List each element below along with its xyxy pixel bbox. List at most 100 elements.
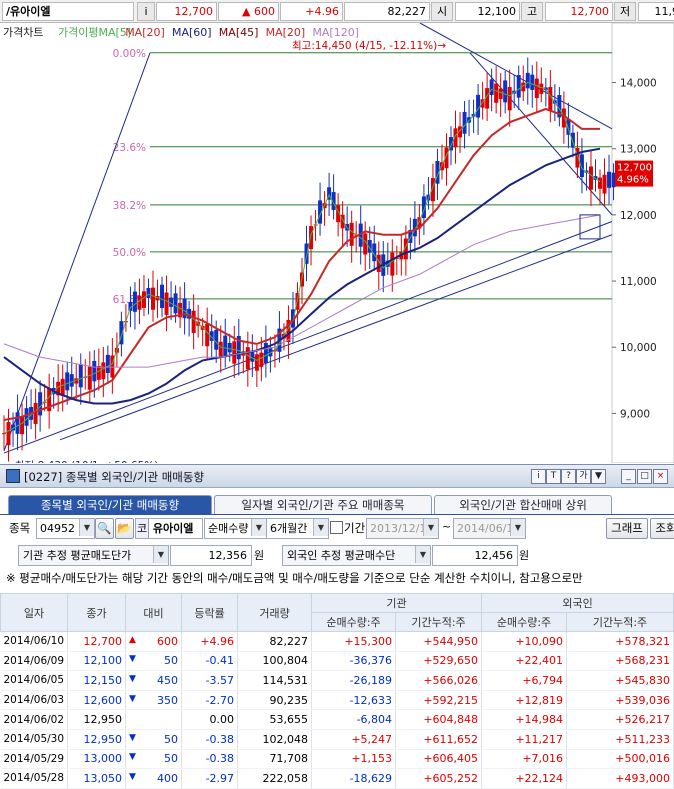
row-diff: ▼ 400 bbox=[125, 768, 183, 789]
candle-body bbox=[489, 79, 494, 96]
col-date[interactable]: 일자 bbox=[0, 593, 69, 632]
candle-body bbox=[137, 295, 142, 310]
period-select-value: 6개월간 bbox=[270, 522, 308, 535]
table-row[interactable]: 2014/06/05 12,150 ▼ 450 -3.57 114,531 -26,189 +… bbox=[0, 670, 674, 691]
col-volume[interactable]: 거래량 bbox=[237, 593, 313, 632]
row-inst-net: +5,247 bbox=[311, 729, 397, 750]
table-row[interactable]: 2014/06/10 12,700 ▲ 600 +4.96 82,227 +15,300 +5… bbox=[0, 631, 674, 652]
col-for-net[interactable]: 순매수량:주 bbox=[481, 612, 568, 632]
candle-body bbox=[223, 335, 228, 356]
info-icon[interactable]: i bbox=[531, 469, 546, 484]
graph-button[interactable]: 그래프 bbox=[606, 518, 648, 539]
info-icon[interactable]: i bbox=[137, 2, 155, 21]
trade-volume: 82,227 bbox=[344, 2, 430, 21]
candle-body bbox=[20, 416, 25, 435]
y-tick-label: 13,000 bbox=[620, 144, 657, 156]
window-titlebar[interactable]: [0227] 종목별 외국인/기관 매매동향 i T ? 가 ▼ _ □ × bbox=[0, 465, 674, 488]
calendar-icon[interactable]: ▼ bbox=[423, 519, 438, 536]
table-row[interactable]: 2014/06/09 12,100 ▼ 50 -0.41 100,804 -36,376 +5… bbox=[0, 651, 674, 672]
help-icon[interactable]: ? bbox=[561, 469, 576, 484]
chevron-down-icon[interactable]: ▼ bbox=[415, 546, 430, 563]
fib-label: 50.0% bbox=[113, 247, 146, 259]
col-rate[interactable]: 등락률 bbox=[181, 593, 239, 632]
candle-body bbox=[65, 372, 70, 391]
table-row[interactable]: 2014/05/28 13,050 ▼ 400 -2.97 222,058 -18,629 +… bbox=[0, 768, 674, 789]
row-close: 12,700 bbox=[67, 631, 127, 652]
legend-item: MA[120] bbox=[312, 26, 359, 39]
row-for-net: +11,217 bbox=[481, 729, 568, 750]
text-icon[interactable]: T bbox=[546, 469, 561, 484]
open-price: 12,100 bbox=[455, 2, 520, 21]
row-for-cum: +511,233 bbox=[566, 729, 674, 750]
chevron-down-icon[interactable]: ▼ bbox=[313, 519, 328, 536]
foreign-average-label: 외국인 추정 평균매수단 bbox=[287, 549, 396, 562]
tab-combined-top[interactable]: 외국인/기관 합산매매 상위 bbox=[434, 495, 612, 515]
inst-average-select[interactable]: 기관 추정 평균매도단가 ▼ bbox=[18, 545, 169, 566]
minimize-icon[interactable]: _ bbox=[621, 469, 636, 484]
stock-code-input[interactable]: 04952 ▼ bbox=[36, 518, 95, 539]
row-date: 2014/06/05 bbox=[0, 670, 69, 691]
col-inst-cum[interactable]: 기간누적:주 bbox=[395, 612, 483, 632]
font-icon[interactable]: 가 bbox=[576, 469, 591, 484]
candle-body bbox=[6, 422, 11, 446]
period-select[interactable]: 6개월간 ▼ bbox=[266, 518, 329, 539]
table-row[interactable]: 2014/06/03 12,600 ▼ 350 -2.70 90,235 -12,633 +5… bbox=[0, 690, 674, 711]
maximize-icon[interactable]: □ bbox=[637, 469, 652, 484]
row-close: 12,950 bbox=[67, 729, 127, 750]
col-diff[interactable]: 대비 bbox=[125, 593, 183, 632]
row-date: 2014/06/03 bbox=[0, 690, 69, 711]
price-chart-canvas[interactable]: 9,000 10,000 11,000 12,000 13,000 14,000 0.00%… bbox=[0, 22, 674, 472]
row-rate: -2.70 bbox=[181, 690, 239, 711]
table-row[interactable]: 2014/05/29 13,000 ▼ 50 -0.38 71,708 +1,153 +606… bbox=[0, 749, 674, 770]
date-from-input[interactable]: 2013/12/1 ▼ bbox=[366, 518, 439, 539]
foreign-average-select[interactable]: 외국인 추정 평균매수단 ▼ bbox=[282, 545, 431, 566]
price-chart[interactable]: 9,000 10,000 11,000 12,000 13,000 14,000 0.00%… bbox=[0, 22, 674, 472]
chevron-down-icon[interactable]: ▼ bbox=[251, 519, 266, 536]
legend-item: MA[20] bbox=[125, 26, 165, 39]
row-rate: +4.96 bbox=[181, 631, 239, 652]
legend-item: MA[20] bbox=[266, 26, 306, 39]
trade-table: 일자 종가 대비 등락률 거래량 기관 외국인 순매수량:주 기간누적:주 순매… bbox=[0, 593, 674, 789]
candle-body bbox=[105, 354, 110, 374]
foreign-average-value: 12,456 bbox=[432, 545, 518, 566]
row-inst-net: -18,629 bbox=[311, 768, 397, 789]
open-label: 시 bbox=[431, 2, 453, 21]
market-badge: 코 bbox=[136, 519, 149, 538]
tab-stock-investor-trend[interactable]: 종목별 외국인/기관 매매동향 bbox=[8, 495, 212, 515]
chevron-down-icon[interactable]: ▼ bbox=[153, 546, 168, 563]
calendar-icon[interactable]: ▼ bbox=[510, 519, 525, 536]
high-label: 고 bbox=[521, 2, 543, 21]
row-diff-value: 50 bbox=[164, 752, 179, 766]
dropdown-icon[interactable]: ▼ bbox=[591, 469, 606, 484]
row-inst-net: +1,153 bbox=[311, 749, 397, 770]
high-annotation: 최고:14,450 (4/15, -12.11%)→ bbox=[292, 40, 446, 52]
notice-text: ※ 평균매수/매도단가는 해당 기간 동안의 매수/매도금액 및 매수/매도량을… bbox=[6, 571, 583, 585]
search-icon[interactable]: 🔍 bbox=[95, 518, 114, 539]
range-checkbox[interactable] bbox=[330, 521, 343, 534]
selected-stock-name: 유아이엘 bbox=[152, 522, 194, 535]
table-row[interactable]: 2014/06/02 12,950 0.00 53,655 -6,804 +604,848… bbox=[0, 709, 674, 730]
folder-icon[interactable]: 📂 bbox=[115, 518, 134, 539]
mode-select[interactable]: 순매수량 ▼ bbox=[204, 518, 267, 539]
table-row[interactable]: 2014/05/30 12,950 ▼ 50 -0.38 102,048 +5,247 +61… bbox=[0, 729, 674, 750]
arrow-up-icon: ▲ bbox=[129, 634, 136, 645]
mode-select-value: 순매수량 bbox=[208, 522, 249, 535]
stock-name-field[interactable]: /유아이엘 bbox=[2, 2, 134, 21]
inst-average-unit: 원 bbox=[254, 549, 265, 562]
col-close[interactable]: 종가 bbox=[67, 593, 127, 632]
candle-body bbox=[498, 88, 503, 100]
date-separator: ~ bbox=[442, 520, 452, 533]
row-volume: 114,531 bbox=[237, 670, 313, 691]
chevron-down-icon[interactable]: ▼ bbox=[79, 519, 94, 536]
tab-daily-major-stocks[interactable]: 일자별 외국인/기관 주요 매매종목 bbox=[214, 495, 432, 515]
col-inst-net[interactable]: 순매수량:주 bbox=[311, 612, 397, 632]
date-to-input[interactable]: 2014/06/1 ▼ bbox=[453, 518, 526, 539]
candle-body bbox=[611, 172, 616, 188]
legend-item: MA[45] bbox=[219, 26, 259, 39]
candle-body bbox=[132, 291, 137, 312]
row-date: 2014/05/30 bbox=[0, 729, 69, 750]
quote-bar: /유아이엘 i 12,700 ▲ 600 +4.96 82,227 시 12,1… bbox=[0, 0, 674, 23]
col-for-cum[interactable]: 기간누적:주 bbox=[566, 612, 674, 632]
search-button[interactable]: 조회 bbox=[650, 518, 674, 539]
close-icon[interactable]: × bbox=[653, 469, 668, 484]
